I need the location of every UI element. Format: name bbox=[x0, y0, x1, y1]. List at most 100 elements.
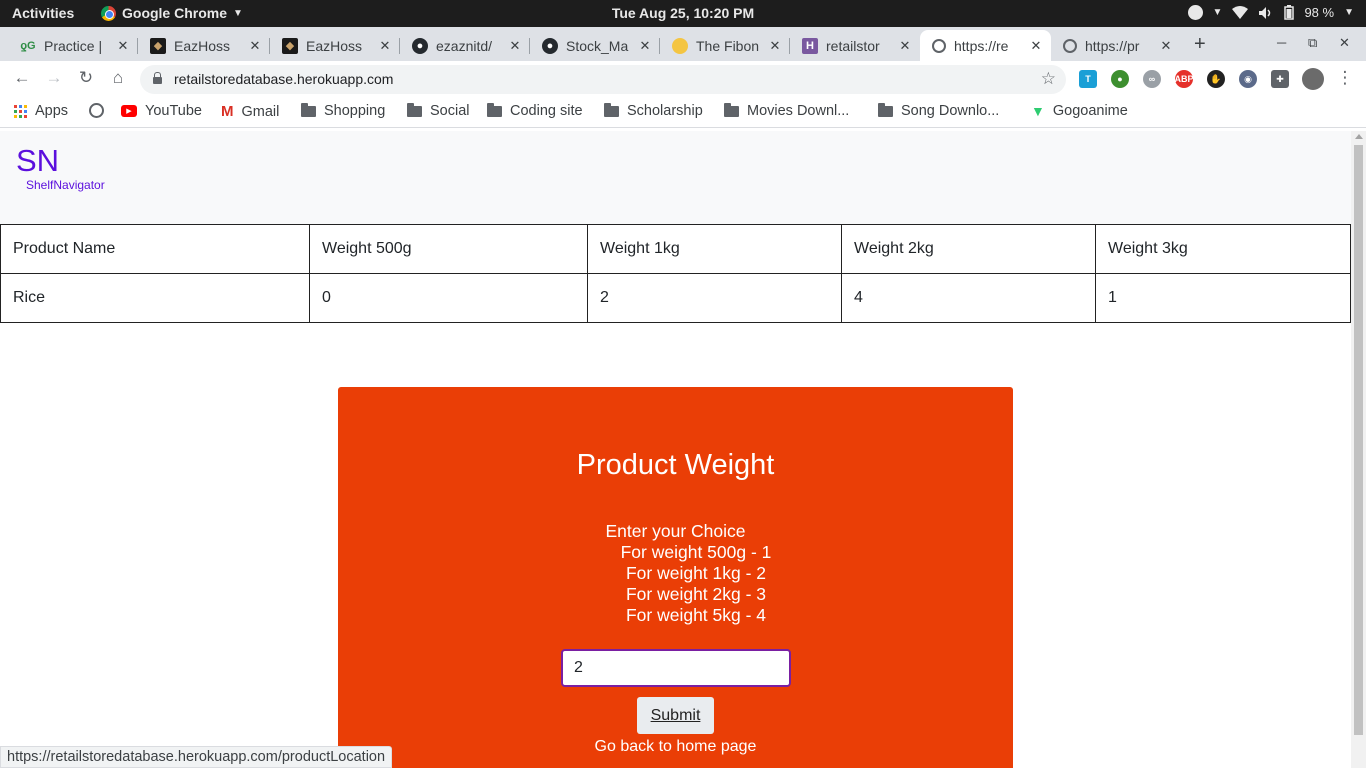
close-icon[interactable]: ✕ bbox=[638, 38, 652, 54]
submit-button[interactable]: Submit bbox=[637, 697, 714, 734]
folder-icon bbox=[407, 102, 422, 117]
activities-button[interactable]: Activities bbox=[12, 5, 74, 21]
bookmark-label: Movies Downl... bbox=[747, 103, 850, 119]
product-weight-form: Product Weight Enter your Choice For wei… bbox=[338, 387, 1013, 768]
bookmark-globe[interactable] bbox=[89, 103, 104, 118]
new-tab-button[interactable]: + bbox=[1194, 33, 1206, 56]
gmail-icon: M bbox=[221, 103, 234, 120]
person-icon bbox=[672, 37, 688, 54]
instruction-line: Enter your Choice bbox=[605, 521, 746, 541]
tab-eazhoss-2[interactable]: ◆ EazHoss ✕ bbox=[270, 30, 400, 61]
window-close-button[interactable]: ✕ bbox=[1339, 35, 1350, 51]
chrome-icon bbox=[101, 5, 116, 21]
tab-heroku[interactable]: H retailstor ✕ bbox=[790, 30, 920, 61]
close-icon[interactable]: ✕ bbox=[1159, 38, 1173, 54]
bookmark-gmail[interactable]: M Gmail bbox=[221, 103, 279, 120]
bookmark-label: Shopping bbox=[324, 103, 386, 119]
tab-eazhoss-1[interactable]: ◆ EazHoss ✕ bbox=[138, 30, 270, 61]
bookmark-social[interactable]: Social bbox=[407, 102, 470, 119]
globe-icon bbox=[1063, 38, 1077, 53]
brand-name[interactable]: ShelfNavigator bbox=[26, 178, 105, 192]
close-icon[interactable]: ✕ bbox=[508, 38, 522, 54]
close-icon[interactable]: ✕ bbox=[116, 38, 130, 54]
bookmark-label: Coding site bbox=[510, 103, 583, 119]
bookmark-youtube[interactable]: ▶ YouTube bbox=[121, 103, 202, 119]
accessibility-icon[interactable] bbox=[1187, 5, 1203, 20]
brand-logo[interactable]: SN bbox=[16, 143, 59, 179]
vertical-scrollbar[interactable] bbox=[1351, 131, 1366, 768]
profile-avatar[interactable] bbox=[1302, 68, 1324, 90]
address-bar[interactable]: retailstoredatabase.herokuapp.com ☆ bbox=[140, 65, 1066, 94]
table-cell: 4 bbox=[841, 273, 1096, 323]
close-icon[interactable]: ✕ bbox=[898, 38, 912, 54]
extension-hand-icon[interactable]: ✋ bbox=[1207, 70, 1225, 88]
header-cell: Weight 1kg bbox=[587, 224, 842, 274]
home-icon[interactable]: ⌂ bbox=[107, 68, 129, 88]
system-tray[interactable]: ▼ 98 % ▼ bbox=[1187, 5, 1354, 20]
instruction-line: For weight 500g - 1 bbox=[620, 542, 772, 562]
bookmark-songs[interactable]: Song Downlo... bbox=[878, 102, 999, 119]
tab-title: Stock_Ma bbox=[566, 37, 629, 54]
extension-translate-icon[interactable]: T bbox=[1079, 70, 1097, 88]
header-cell: Weight 3kg bbox=[1095, 224, 1351, 274]
extensions-puzzle-icon[interactable]: ✚ bbox=[1271, 70, 1289, 88]
close-icon[interactable]: ✕ bbox=[248, 38, 262, 54]
bookmark-coding-site[interactable]: Coding site bbox=[487, 102, 583, 119]
choice-input[interactable] bbox=[561, 649, 791, 687]
app-name: Google Chrome bbox=[122, 5, 228, 21]
tab-github-stock[interactable]: ● Stock_Ma ✕ bbox=[530, 30, 660, 61]
volume-icon bbox=[1259, 6, 1271, 19]
folder-icon bbox=[301, 102, 316, 117]
system-top-bar: Activities Google Chrome ▼ Tue Aug 25, 1… bbox=[0, 0, 1366, 27]
reload-icon[interactable]: ↻ bbox=[75, 68, 97, 88]
scroll-up-arrow-icon[interactable] bbox=[1355, 134, 1363, 139]
table-cell: 2 bbox=[587, 273, 842, 323]
close-icon[interactable]: ✕ bbox=[768, 38, 782, 54]
header-cell: Weight 2kg bbox=[841, 224, 1096, 274]
back-arrow-icon[interactable]: ← bbox=[11, 68, 33, 88]
forward-arrow-icon[interactable]: → bbox=[43, 68, 65, 88]
bookmark-label: YouTube bbox=[145, 103, 202, 119]
folder-icon bbox=[878, 102, 893, 117]
tab-title: EazHoss bbox=[306, 37, 363, 54]
extension-bike-icon[interactable]: ∞ bbox=[1143, 70, 1161, 88]
caret-down-icon: ▼ bbox=[1212, 7, 1223, 18]
folder-icon bbox=[724, 102, 739, 117]
tab-fibonacci[interactable]: The Fibon ✕ bbox=[660, 30, 790, 61]
scrollbar-thumb[interactable] bbox=[1354, 145, 1363, 735]
tab-practice[interactable]: ƍG Practice | ✕ bbox=[8, 30, 138, 61]
github-icon: ● bbox=[542, 37, 558, 54]
tab-title: retailstor bbox=[826, 37, 880, 54]
maximize-button[interactable]: ⧉ bbox=[1308, 35, 1317, 51]
adblock-icon[interactable]: ABP bbox=[1175, 70, 1194, 88]
close-icon[interactable]: ✕ bbox=[378, 38, 392, 54]
extension-globe-icon[interactable]: ● bbox=[1111, 70, 1129, 88]
lock-icon[interactable] bbox=[153, 72, 162, 84]
home-page-link[interactable]: Go back to home page bbox=[338, 738, 1013, 756]
more-menu-icon[interactable]: ⋮ bbox=[1334, 68, 1356, 88]
bookmark-apps[interactable]: Apps bbox=[14, 103, 68, 119]
caret-down-icon: ▼ bbox=[1344, 7, 1354, 18]
tab-github-ezaznitd[interactable]: ● ezaznitd/ ✕ bbox=[400, 30, 530, 61]
caret-down-icon: ▼ bbox=[233, 7, 243, 19]
extension-spy-icon[interactable]: ◉ bbox=[1239, 70, 1257, 88]
address-url[interactable]: retailstoredatabase.herokuapp.com bbox=[174, 71, 393, 87]
bookmark-gogoanime[interactable]: ▼ Gogoanime bbox=[1031, 103, 1128, 119]
tab-active[interactable]: https://re ✕ bbox=[920, 30, 1051, 61]
close-icon[interactable]: ✕ bbox=[1029, 38, 1043, 54]
bookmark-movies[interactable]: Movies Downl... bbox=[724, 102, 850, 119]
tab-title: The Fibon bbox=[696, 37, 760, 54]
battery-percent: 98 % bbox=[1304, 5, 1335, 20]
gogoanime-icon: ▼ bbox=[1031, 103, 1045, 119]
minimize-button[interactable]: ─ bbox=[1277, 35, 1286, 50]
tab-title: Practice | bbox=[44, 37, 103, 54]
bookmark-scholarship[interactable]: Scholarship bbox=[604, 102, 703, 119]
globe-icon bbox=[932, 38, 946, 53]
bookmark-shopping[interactable]: Shopping bbox=[301, 102, 386, 119]
tab-https-pr[interactable]: https://pr ✕ bbox=[1051, 30, 1181, 61]
table-cell: 1 bbox=[1095, 273, 1351, 323]
app-menu[interactable]: Google Chrome ▼ bbox=[101, 5, 243, 21]
bookmark-label: Gmail bbox=[241, 103, 280, 120]
tab-strip: ƍG Practice | ✕ ◆ EazHoss ✕ ◆ EazHoss ✕ … bbox=[0, 27, 1366, 61]
bookmark-star-icon[interactable]: ☆ bbox=[1041, 69, 1056, 89]
